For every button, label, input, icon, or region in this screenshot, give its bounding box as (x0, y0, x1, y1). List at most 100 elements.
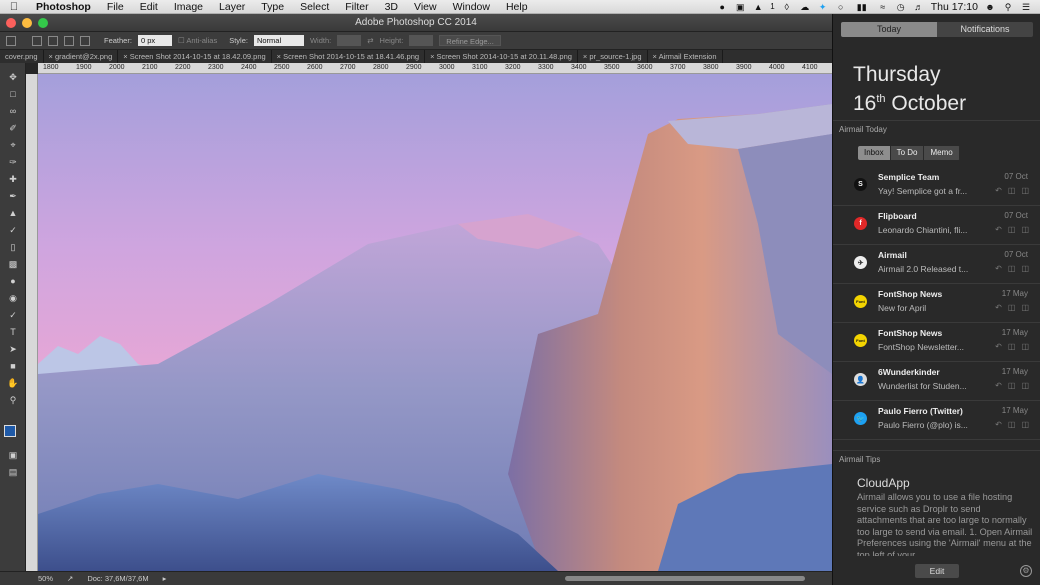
reply-icon[interactable]: ↶ (995, 381, 1002, 390)
zoom-tool-icon[interactable]: ⚲ (6, 394, 20, 406)
width-input[interactable] (337, 35, 362, 46)
trash-icon[interactable]: ◫ (1021, 186, 1029, 195)
crop-tool-icon[interactable]: ⌖ (6, 139, 20, 151)
archive-icon[interactable]: ◫ (1008, 225, 1016, 234)
wifi-icon[interactable]: ≈ (877, 2, 889, 12)
screen-mode-icon[interactable]: ▤ (6, 466, 20, 478)
history-brush-tool-icon[interactable]: ✓ (6, 224, 20, 236)
reply-icon[interactable]: ↶ (995, 264, 1002, 273)
trash-icon[interactable]: ◫ (1021, 381, 1029, 390)
archive-icon[interactable]: ◫ (1008, 381, 1016, 390)
tab-doc[interactable]: cover.png (0, 50, 44, 63)
menu-3d[interactable]: 3D (377, 1, 406, 13)
tab-doc[interactable]: × gradient@2x.png (44, 50, 119, 63)
mail-item[interactable]: 🐦 Paulo Fierro (Twitter) 17 May Paulo Fierr… (833, 401, 1040, 440)
tab-doc[interactable]: × Airmail Extension (648, 50, 723, 63)
apple-icon[interactable]:  (0, 1, 28, 13)
path-selection-tool-icon[interactable]: ➤ (6, 343, 20, 355)
zoom-level[interactable]: 50% (38, 574, 53, 583)
refine-edge-button[interactable]: Refine Edge... (439, 35, 501, 46)
tab-doc[interactable]: × Screen Shot 2014-10-15 at 18.42.09.png (118, 50, 272, 63)
archive-icon[interactable]: ◫ (1008, 342, 1016, 351)
archive-icon[interactable]: ◫ (1008, 303, 1016, 312)
menu-file[interactable]: File (99, 1, 132, 13)
new-selection-icon[interactable] (32, 35, 42, 46)
status-menu-arrow-icon[interactable]: ▸ (163, 574, 167, 583)
antialias-checkbox[interactable]: ☐ Anti-alias (178, 36, 217, 45)
trash-icon[interactable]: ◫ (1021, 342, 1029, 351)
feather-input[interactable]: 0 px (137, 35, 172, 46)
spotlight-icon[interactable]: ⚲ (1002, 2, 1014, 12)
trash-icon[interactable]: ◫ (1021, 225, 1029, 234)
close-button[interactable] (6, 18, 16, 28)
height-input[interactable] (409, 35, 434, 46)
pen-tool-icon[interactable]: ✓ (6, 309, 20, 321)
battery-icon[interactable]: ▮▮ (853, 2, 871, 12)
share-icon[interactable]: ↗ (67, 574, 73, 583)
clock[interactable]: Thu 17:10 (931, 1, 978, 13)
quick-mask-icon[interactable]: ▣ (6, 449, 20, 461)
healing-brush-tool-icon[interactable]: ✚ (6, 173, 20, 185)
menu-type[interactable]: Type (253, 1, 292, 13)
mail-item[interactable]: 👤 6Wunderkinder 17 May Wunderlist for Stude… (833, 362, 1040, 401)
cloud-icon[interactable]: ☁ (799, 2, 811, 12)
eraser-tool-icon[interactable]: ▯ (6, 241, 20, 253)
mail-item[interactable]: ✈ Airmail 07 Oct Airmail 2.0 Released t... ↶… (833, 245, 1040, 284)
archive-icon[interactable]: ◫ (1008, 264, 1016, 273)
brush-tool-icon[interactable]: ✒ (6, 190, 20, 202)
marquee-tool-icon[interactable] (6, 35, 16, 46)
mail-item[interactable]: f Flipboard 07 Oct Leonardo Chiantini, fli.… (833, 206, 1040, 245)
doc-size[interactable]: Doc: 37,6M/37,6M (87, 574, 148, 583)
trash-icon[interactable]: ◫ (1021, 303, 1029, 312)
reply-icon[interactable]: ↶ (995, 225, 1002, 234)
horizontal-scrollbar[interactable] (565, 576, 805, 581)
blur-tool-icon[interactable]: ● (6, 275, 20, 287)
swap-icon[interactable]: ⇄ (367, 36, 373, 45)
menu-layer[interactable]: Layer (211, 1, 253, 13)
subtract-selection-icon[interactable] (64, 35, 74, 46)
quick-select-tool-icon[interactable]: ✐ (6, 122, 20, 134)
mail-item[interactable]: Font FontShop News 17 May FontShop Newslett… (833, 323, 1040, 362)
archive-icon[interactable]: ◫ (1008, 420, 1016, 429)
menu-app[interactable]: Photoshop (28, 1, 99, 13)
tab-todo[interactable]: To Do (890, 146, 925, 160)
marquee-tool-icon[interactable]: □ (6, 88, 20, 100)
menu-edit[interactable]: Edit (132, 1, 166, 13)
tab-notifications[interactable]: Notifications (937, 22, 1033, 37)
lasso-tool-icon[interactable]: ∞ (6, 105, 20, 117)
menu-help[interactable]: Help (498, 1, 536, 13)
reply-icon[interactable]: ↶ (995, 303, 1002, 312)
camera-icon[interactable]: ▣ (734, 2, 746, 12)
minimize-button[interactable] (22, 18, 32, 28)
dodge-tool-icon[interactable]: ◉ (6, 292, 20, 304)
type-tool-icon[interactable]: T (6, 326, 20, 338)
edit-button[interactable]: Edit (915, 564, 959, 578)
tab-inbox[interactable]: Inbox (858, 146, 891, 160)
mail-item[interactable]: S Semplice Team 07 Oct Yay! Semplice got a … (833, 167, 1040, 206)
twitter-icon[interactable]: ✦ (817, 2, 829, 12)
dropbox-icon[interactable]: ◊ (781, 2, 793, 12)
reply-icon[interactable]: ↶ (995, 420, 1002, 429)
menu-filter[interactable]: Filter (337, 1, 376, 13)
trash-icon[interactable]: ◫ (1021, 264, 1029, 273)
airmail-icon[interactable]: ▲ (752, 2, 764, 12)
intersect-selection-icon[interactable] (80, 35, 90, 46)
tab-memo[interactable]: Memo (924, 146, 960, 160)
time-machine-icon[interactable]: ◷ (895, 2, 907, 12)
hand-tool-icon[interactable]: ✋ (6, 377, 20, 389)
reply-icon[interactable]: ↶ (995, 342, 1002, 351)
tab-doc[interactable]: × Screen Shot 2014-10-15 at 20.11.48.png (425, 50, 578, 63)
gear-icon[interactable]: ⚙ (1020, 565, 1032, 577)
user-icon[interactable]: ☻ (984, 2, 996, 12)
notification-center-icon[interactable]: ☰ (1020, 2, 1032, 12)
menu-image[interactable]: Image (166, 1, 211, 13)
document-canvas[interactable] (38, 74, 832, 571)
menu-select[interactable]: Select (292, 1, 337, 13)
volume-icon[interactable]: ♬ (913, 2, 925, 12)
move-tool-icon[interactable]: ✥ (6, 71, 20, 83)
menu-view[interactable]: View (406, 1, 445, 13)
add-selection-icon[interactable] (48, 35, 58, 46)
archive-icon[interactable]: ◫ (1008, 186, 1016, 195)
record-icon[interactable]: ● (716, 2, 728, 12)
clone-stamp-tool-icon[interactable]: ▲ (6, 207, 20, 219)
